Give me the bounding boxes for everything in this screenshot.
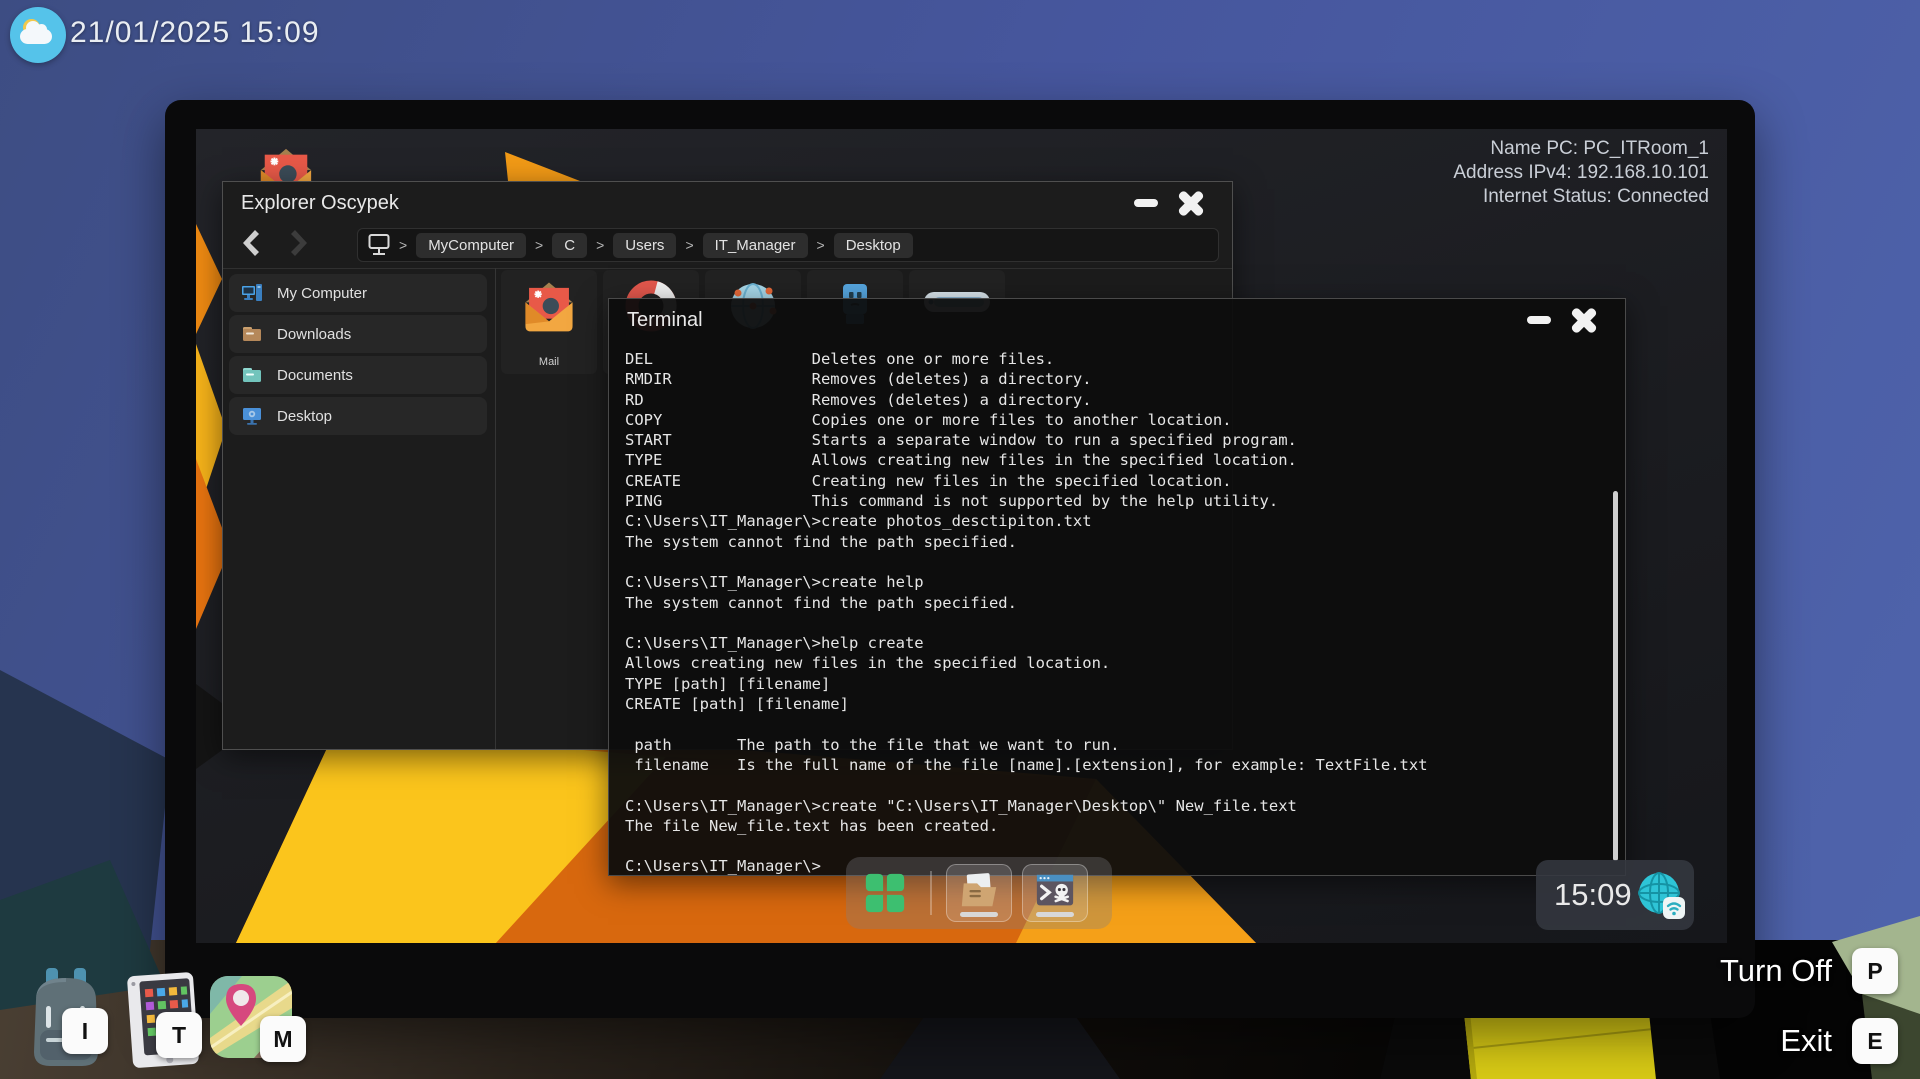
sidebar-item-my-computer[interactable]: My Computer: [229, 274, 487, 312]
chevron-right-icon: [289, 228, 311, 258]
terminal-output[interactable]: DEL Deletes one or more files. RMDIR Rem…: [625, 349, 1428, 877]
taskbar-divider: [930, 871, 932, 915]
terminal-titlebar[interactable]: Terminal: [609, 299, 1625, 341]
inventory-backpack[interactable]: I: [18, 966, 114, 1077]
minimize-button[interactable]: [1134, 199, 1158, 207]
breadcrumb-separator: >: [535, 237, 543, 253]
folder-teal-icon: [241, 364, 263, 386]
terminal-window: Terminal DEL Deletes one or more files. …: [608, 298, 1626, 876]
sidebar-item-downloads[interactable]: Downloads: [229, 315, 487, 353]
key-badge-turn-off: P: [1852, 948, 1898, 994]
pc-name: Name PC: PC_ITRoom_1: [1453, 137, 1709, 161]
pc-internet-status: Internet Status: Connected: [1453, 185, 1709, 209]
sidebar-item-label: Desktop: [277, 408, 332, 425]
taskbar: [846, 857, 1112, 929]
game-scene: Name PC: PC_ITRoom_1 Address IPv4: 192.1…: [0, 0, 1920, 1079]
pc-info-panel: Name PC: PC_ITRoom_1 Address IPv4: 192.1…: [1453, 137, 1709, 209]
explorer-titlebar[interactable]: Explorer Oscypek: [223, 182, 1232, 224]
key-badge-map: M: [260, 1016, 306, 1062]
globe-wifi-icon[interactable]: [1635, 869, 1687, 921]
pc-ipv4: Address IPv4: 192.168.10.101: [1453, 161, 1709, 185]
turn-off-action[interactable]: Turn Off P: [1720, 948, 1898, 994]
weather-icon: [10, 7, 66, 63]
breadcrumb-item-c[interactable]: C: [552, 233, 587, 258]
sidebar-item-label: Downloads: [277, 326, 351, 343]
back-button[interactable]: [239, 228, 273, 262]
key-badge-inventory: I: [62, 1008, 108, 1054]
explorer-window-title: Explorer Oscypek: [241, 192, 399, 215]
sidebar-item-desktop[interactable]: Desktop: [229, 397, 487, 435]
clover-launcher-icon[interactable]: [862, 870, 908, 916]
terminal-scrollbar-thumb[interactable]: [1613, 491, 1618, 861]
key-badge-exit: E: [1852, 1018, 1898, 1064]
taskbar-app-terminal[interactable]: [1022, 864, 1088, 922]
forward-button[interactable]: [289, 228, 323, 262]
computer-icon: [241, 282, 263, 304]
breadcrumb-item-users[interactable]: Users: [613, 233, 676, 258]
virtual-desktop-screen: Name PC: PC_ITRoom_1 Address IPv4: 192.1…: [196, 129, 1727, 943]
sidebar-item-documents[interactable]: Documents: [229, 356, 487, 394]
file-tile-label: Mail: [501, 356, 597, 368]
inventory-map[interactable]: M: [208, 974, 294, 1065]
folder-icon: [958, 871, 1000, 911]
breadcrumb-separator: >: [596, 237, 604, 253]
exit-label: Exit: [1780, 1023, 1832, 1059]
close-button[interactable]: [1567, 303, 1601, 337]
exit-action[interactable]: Exit E: [1780, 1018, 1898, 1064]
breadcrumb-separator: >: [817, 237, 825, 253]
sidebar-item-label: My Computer: [277, 285, 367, 302]
minimize-button[interactable]: [1527, 316, 1551, 324]
terminal-window-title: Terminal: [627, 309, 703, 332]
inventory-tablet[interactable]: T: [116, 968, 212, 1077]
sidebar-item-label: Documents: [277, 367, 353, 384]
breadcrumb-separator: >: [399, 237, 407, 253]
monitor-blue-icon: [241, 405, 263, 427]
breadcrumb-item-mycomputer[interactable]: MyComputer: [416, 233, 526, 258]
hud-datetime: 21/01/2025 15:09: [70, 16, 320, 50]
breadcrumb-separator: >: [685, 237, 693, 253]
mail-bomb-icon: [520, 278, 578, 334]
taskbar-app-file-explorer[interactable]: [946, 864, 1012, 922]
turn-off-label: Turn Off: [1720, 953, 1832, 989]
close-button[interactable]: [1174, 186, 1208, 220]
breadcrumb-item-desktop[interactable]: Desktop: [834, 233, 913, 258]
key-badge-tablet: T: [156, 1012, 202, 1058]
chevron-left-icon: [239, 228, 261, 258]
explorer-navbar: > MyComputer > C > Users > IT_Manager > …: [223, 226, 1232, 266]
skull-terminal-icon: [1034, 871, 1076, 911]
breadcrumb-item-itmanager[interactable]: IT_Manager: [703, 233, 808, 258]
clock-time: 15:09: [1554, 877, 1632, 913]
breadcrumb: > MyComputer > C > Users > IT_Manager > …: [357, 228, 1219, 262]
file-tile-mail[interactable]: Mail: [501, 270, 597, 374]
folder-brown-icon: [241, 323, 263, 345]
sidebar-divider: [495, 268, 496, 749]
monitor-icon: [368, 233, 390, 257]
taskbar-clock: 15:09: [1536, 860, 1694, 930]
